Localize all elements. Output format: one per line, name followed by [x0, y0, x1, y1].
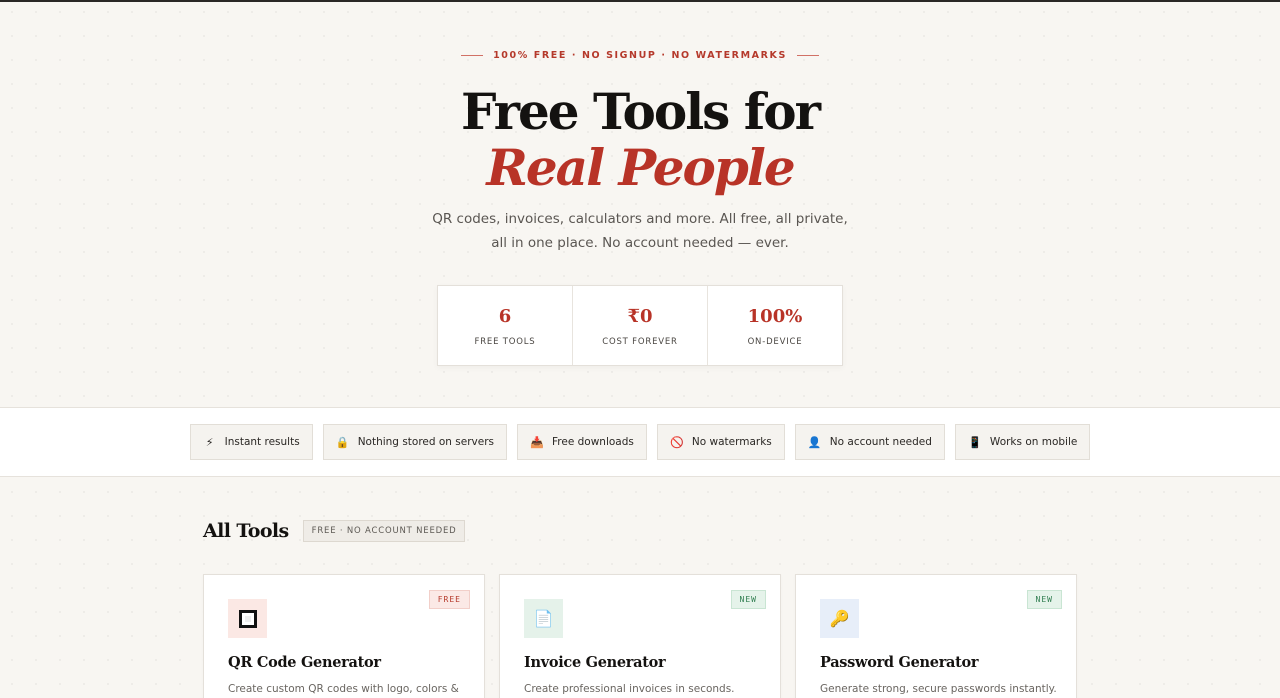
eyebrow-line-right [796, 55, 819, 56]
feature-label: No account needed [829, 436, 932, 448]
section-badge: FREE · NO ACCOUNT NEEDED [302, 520, 466, 542]
invoice-icon: 📄 [524, 599, 563, 638]
feature-pill-instant: ⚡ Instant results [189, 424, 313, 460]
qr-glyph [238, 609, 257, 628]
stat-label: COST FOREVER [602, 336, 678, 347]
hero-title: Free Tools for [461, 82, 821, 141]
section-title: All Tools [203, 520, 289, 542]
feature-band: ⚡ Instant results 🔒 Nothing stored on se… [0, 407, 1280, 477]
stat-on-device: 100% ON-DEVICE [708, 286, 842, 365]
feature-label: Works on mobile [989, 436, 1078, 448]
tool-card-qr-code[interactable]: FREE QR Code Generator Create custom QR … [203, 574, 485, 698]
stat-value: 100% [747, 305, 803, 327]
top-border [0, 0, 1280, 2]
feature-label: No watermarks [691, 436, 772, 448]
hero-title-accent: Real People [486, 138, 795, 197]
tool-title[interactable]: Password Generator [820, 654, 979, 671]
eyebrow-line-left [461, 55, 484, 56]
feature-pill-no-watermarks: 🚫 No watermarks [656, 424, 785, 460]
hero-subtitle: QR codes, invoices, calculators and more… [432, 211, 848, 251]
feature-pill-no-account: 👤 No account needed [794, 424, 945, 460]
new-tag: NEW [730, 590, 766, 609]
tool-description: Create professional invoices in seconds. [524, 683, 735, 695]
stat-value: ₹0 [627, 305, 653, 327]
feature-pill-no-storage: 🔒 Nothing stored on servers [322, 424, 507, 460]
tool-card-invoice[interactable]: NEW 📄 Invoice Generator Create professio… [499, 574, 781, 698]
key-icon: 🔑 [820, 599, 859, 638]
lightning-icon: ⚡ [205, 435, 214, 449]
stats-panel: 6 FREE TOOLS ₹0 COST FOREVER 100% ON-DEV… [437, 285, 843, 366]
hero-eyebrow: 100% FREE · NO SIGNUP · NO WATERMARKS [0, 50, 1280, 61]
tool-cards: FREE QR Code Generator Create custom QR … [203, 574, 1077, 698]
feature-label: Free downloads [552, 436, 634, 448]
lock-icon: 🔒 [335, 435, 350, 449]
stat-cost: ₹0 COST FOREVER [573, 286, 708, 365]
free-tag: FREE [428, 590, 470, 609]
no-entry-icon: 🚫 [670, 435, 684, 449]
tool-description: Create custom QR codes with logo, colors… [228, 683, 459, 695]
stat-label: ON-DEVICE [747, 336, 803, 347]
stat-free-tools: 6 FREE TOOLS [438, 286, 573, 365]
tools-section-header: All Tools FREE · NO ACCOUNT NEEDED [203, 520, 466, 542]
download-icon: 📥 [530, 435, 544, 449]
feature-label: Instant results [224, 436, 300, 448]
eyebrow-text: 100% FREE · NO SIGNUP · NO WATERMARKS [493, 50, 787, 61]
stat-value: 6 [498, 305, 512, 327]
tool-card-password[interactable]: NEW 🔑 Password Generator Generate strong… [795, 574, 1077, 698]
qr-code-icon [228, 599, 267, 638]
mobile-icon: 📱 [968, 435, 982, 449]
feature-pill-downloads: 📥 Free downloads [517, 424, 647, 460]
feature-label: Nothing stored on servers [357, 436, 494, 448]
stat-label: FREE TOOLS [474, 336, 536, 347]
feature-pill-mobile: 📱 Works on mobile [954, 424, 1091, 460]
tool-title[interactable]: QR Code Generator [228, 654, 381, 671]
tool-description: Generate strong, secure passwords instan… [820, 683, 1057, 695]
user-icon: 👤 [807, 435, 822, 449]
new-tag: NEW [1026, 590, 1062, 609]
tool-title[interactable]: Invoice Generator [524, 654, 666, 671]
